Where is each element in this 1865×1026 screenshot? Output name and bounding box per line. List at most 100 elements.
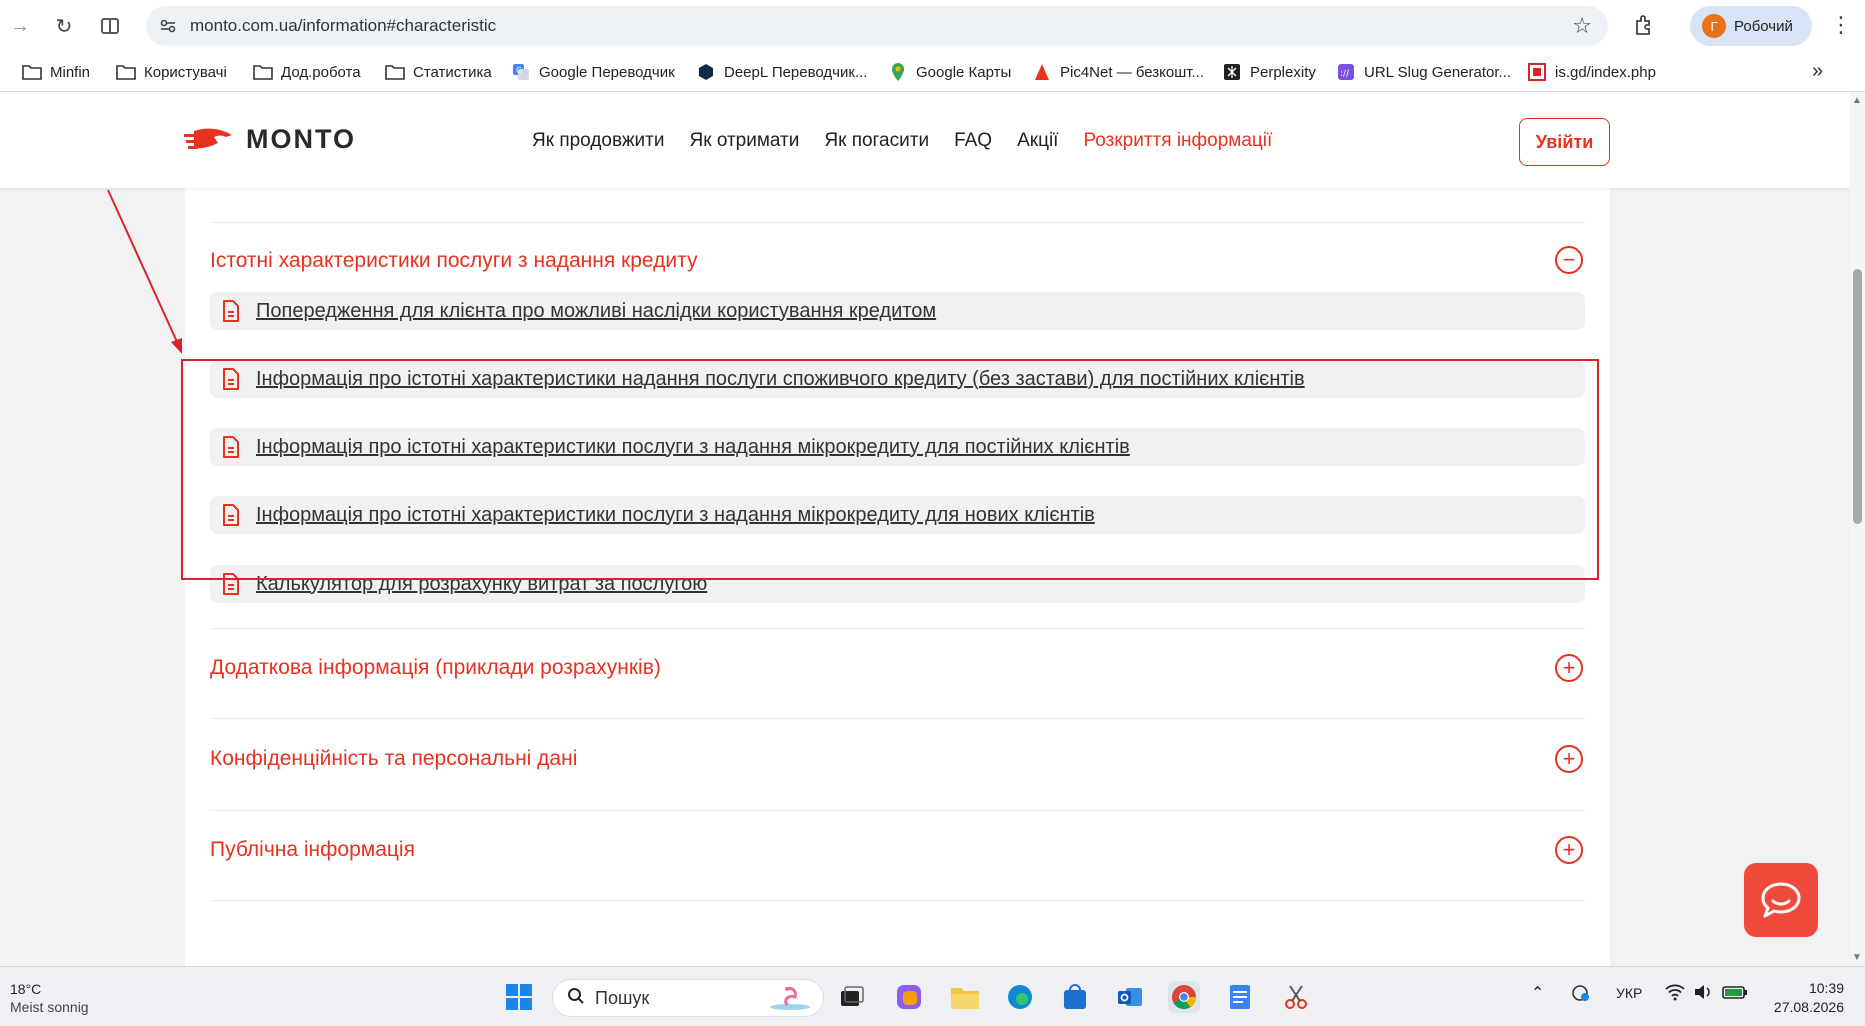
system-clock[interactable]: 10:39 27.08.2026 (1770, 979, 1844, 1017)
document-link-microcredit-regular[interactable]: Інформація про істотні характеристики по… (210, 428, 1585, 466)
notepad-icon[interactable] (1224, 981, 1256, 1013)
document-link-text[interactable]: Інформація про істотні характеристики на… (256, 368, 1305, 391)
document-link-text[interactable]: Інформація про істотні характеристики по… (256, 436, 1130, 459)
bookmark-isgd[interactable]: is.gd/index.php (1527, 61, 1656, 83)
document-link-microcredit-new[interactable]: Інформація про істотні характеристики по… (210, 496, 1585, 534)
bookmark-pic4net[interactable]: Pic4Net — безкошт... (1032, 61, 1204, 83)
scroll-thumb[interactable] (1853, 269, 1862, 524)
svg-text:G: G (516, 66, 522, 75)
taskbar-search[interactable]: Пошук (552, 979, 824, 1017)
bookmarks-bar: Minfin Користувачі Дод.робота Статистика… (0, 52, 1865, 92)
split-view-icon[interactable] (96, 12, 124, 40)
section-divider (210, 718, 1585, 719)
nav-information-disclosure[interactable]: Розкриття інформації (1083, 130, 1272, 152)
bookmark-perplexity[interactable]: Perplexity (1222, 61, 1316, 83)
store-icon[interactable] (1059, 981, 1091, 1013)
bookmark-label: Google Переводчик (539, 63, 675, 81)
plus-circle-icon[interactable]: + (1555, 836, 1583, 864)
bookmark-url-slug[interactable]: :// URL Slug Generator... (1336, 61, 1511, 83)
bookmark-label: Користувачі (144, 63, 227, 81)
input-language[interactable]: УКР (1616, 985, 1642, 1001)
document-link-text[interactable]: Калькулятор для розрахунку витрат за пос… (256, 573, 707, 596)
nav-how-to-get[interactable]: Як отримати (690, 130, 800, 152)
bookmark-statistics[interactable]: Статистика (385, 61, 492, 83)
information-card: Істотні характеристики послуги з надання… (185, 134, 1610, 966)
plus-circle-icon[interactable]: + (1555, 654, 1583, 682)
monto-logo[interactable]: MONTO (184, 124, 356, 155)
chat-button[interactable] (1744, 863, 1818, 937)
bookmark-star-icon[interactable]: ☆ (1572, 13, 1592, 39)
bookmark-users[interactable]: Користувачі (116, 61, 227, 83)
edge-icon[interactable] (1004, 981, 1036, 1013)
battery-icon[interactable] (1722, 983, 1748, 1004)
windows-start-icon[interactable] (503, 981, 535, 1013)
show-hidden-icons-chevron-icon[interactable]: ⌃ (1531, 983, 1544, 1003)
bookmark-minfin[interactable]: Minfin (22, 61, 90, 83)
url-text[interactable]: monto.com.ua/information#characteristic (190, 16, 496, 36)
clock-date: 27.08.2026 (1773, 999, 1844, 1015)
extensions-icon[interactable] (1632, 12, 1658, 38)
perplexity-icon (1222, 63, 1242, 81)
section-divider (210, 628, 1585, 629)
bookmark-extra-work[interactable]: Дод.робота (253, 61, 361, 83)
search-placeholder: Пошук (595, 987, 650, 1008)
nav-promotions[interactable]: Акції (1017, 130, 1058, 152)
bookmark-deepl[interactable]: DeepL Переводчик... (696, 61, 867, 83)
site-settings-icon[interactable] (158, 16, 178, 36)
scroll-down-icon[interactable]: ▼ (1852, 952, 1862, 963)
page-scrollbar[interactable]: ▲ ▼ (1850, 92, 1865, 966)
defender-icon[interactable] (1570, 983, 1592, 1006)
weather-condition: Meist sonnig (10, 999, 89, 1015)
maps-pin-icon (888, 63, 908, 81)
nav-faq[interactable]: FAQ (954, 130, 992, 152)
bookmark-label: Perplexity (1250, 63, 1316, 81)
reload-icon[interactable]: ↻ (50, 12, 78, 40)
monto-bird-icon (184, 128, 232, 149)
isgd-icon (1527, 63, 1547, 81)
section-title-public-info[interactable]: Публічна інформація (210, 838, 415, 862)
document-link-text[interactable]: Інформація про істотні характеристики по… (256, 504, 1095, 527)
nav-how-to-repay[interactable]: Як погасити (824, 130, 929, 152)
login-button[interactable]: Увійти (1519, 118, 1610, 166)
weather-widget[interactable]: 18°C Meist sonnig (10, 980, 89, 1016)
outlook-icon[interactable] (1114, 981, 1146, 1013)
forward-arrow-icon[interactable]: → (6, 12, 34, 40)
section-title-privacy[interactable]: Конфіденційність та персональні дані (210, 747, 577, 771)
browser-toolbar: → ↻ monto.com.ua/information#characteris… (0, 0, 1865, 52)
chrome-icon[interactable] (1168, 981, 1200, 1013)
profile-button[interactable]: Г Робочий (1690, 6, 1812, 46)
deepl-icon (696, 63, 716, 81)
bookmark-label: is.gd/index.php (1555, 63, 1656, 81)
bookmark-google-maps[interactable]: Google Карты (888, 61, 1011, 83)
file-explorer-icon[interactable] (949, 981, 981, 1013)
document-link-calculator[interactable]: Калькулятор для розрахунку витрат за пос… (210, 565, 1585, 603)
more-bookmarks-icon[interactable]: » (1812, 60, 1823, 83)
task-view-icon[interactable] (836, 981, 868, 1013)
menu-kebab-icon[interactable]: ⋮ (1830, 12, 1852, 38)
minus-circle-icon[interactable]: − (1555, 246, 1583, 274)
document-link-text[interactable]: Попередження для клієнта про можливі нас… (256, 300, 936, 323)
address-bar[interactable]: monto.com.ua/information#characteristic … (146, 6, 1608, 46)
wifi-icon[interactable] (1664, 983, 1686, 1004)
document-icon (223, 300, 239, 322)
folder-icon (22, 63, 42, 81)
bookmark-label: URL Slug Generator... (1364, 63, 1512, 81)
windows-taskbar: 18°C Meist sonnig Пошук ⌃ УКР 10:39 27.0… (0, 966, 1865, 1026)
snipping-tool-icon[interactable] (1280, 981, 1312, 1013)
section-divider (210, 900, 1585, 901)
section-title-additional-info[interactable]: Додаткова інформація (приклади розрахунк… (210, 656, 661, 680)
scroll-up-icon[interactable]: ▲ (1852, 95, 1862, 106)
document-icon (223, 504, 239, 526)
volume-icon[interactable] (1693, 983, 1713, 1004)
m365-copilot-icon[interactable] (893, 981, 925, 1013)
section-title-characteristics[interactable]: Істотні характеристики послуги з надання… (210, 249, 697, 273)
document-icon (223, 573, 239, 595)
logo-text: MONTO (246, 124, 356, 154)
plus-circle-icon[interactable]: + (1555, 745, 1583, 773)
nav-how-to-extend[interactable]: Як продовжити (532, 130, 665, 152)
bookmark-google-translate[interactable]: G Google Переводчик (511, 61, 675, 83)
document-link-consumer-credit-regular[interactable]: Інформація про істотні характеристики на… (210, 360, 1585, 398)
folder-icon (385, 63, 405, 81)
document-link-warning[interactable]: Попередження для клієнта про можливі нас… (210, 292, 1585, 330)
search-icon (567, 987, 585, 1010)
